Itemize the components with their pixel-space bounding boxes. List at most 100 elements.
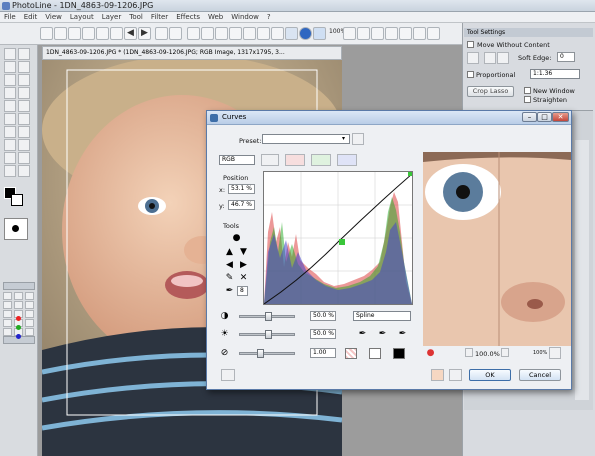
gray-point-dropper-icon[interactable]: ✒ bbox=[377, 329, 388, 340]
proportional-checkbox[interactable] bbox=[467, 71, 474, 78]
curve-graph[interactable] bbox=[263, 171, 413, 305]
midtone-color-swatch[interactable] bbox=[369, 348, 381, 359]
menu-filter[interactable]: Filter bbox=[147, 12, 172, 23]
new-window-checkbox[interactable] bbox=[524, 87, 531, 94]
guide-icon[interactable] bbox=[413, 27, 426, 40]
brightness-value[interactable]: 50.0 % bbox=[310, 329, 336, 339]
pen-tool-icon[interactable] bbox=[4, 100, 16, 112]
move-without-content-checkbox[interactable] bbox=[467, 41, 474, 48]
shape-tool-icon[interactable] bbox=[4, 165, 16, 177]
crop-lasso-button[interactable]: Crop Lasso bbox=[467, 86, 514, 97]
layer-option-icon[interactable] bbox=[14, 301, 23, 309]
gamma-slider-thumb[interactable] bbox=[257, 349, 264, 358]
black-point-dropper-icon[interactable]: ✒ bbox=[357, 329, 368, 340]
channel-select[interactable]: RGB bbox=[219, 155, 255, 165]
eyedropper-icon[interactable]: ✒ bbox=[224, 286, 235, 297]
y-position-input[interactable]: 46.7 % bbox=[228, 200, 255, 210]
zoom-in-icon[interactable] bbox=[343, 27, 356, 40]
curve-blue-icon[interactable] bbox=[337, 154, 357, 166]
eraser-tool-icon[interactable] bbox=[18, 113, 30, 125]
gamma-slider[interactable] bbox=[239, 352, 295, 355]
layer-option-icon[interactable] bbox=[25, 310, 34, 318]
crop-option-icon[interactable] bbox=[467, 52, 479, 64]
print-icon[interactable] bbox=[110, 27, 123, 40]
preset-select[interactable] bbox=[262, 134, 350, 144]
layer-option-icon[interactable] bbox=[3, 301, 12, 309]
preset-save-icon[interactable] bbox=[352, 133, 364, 145]
brush-tool-icon[interactable] bbox=[4, 113, 16, 125]
layers-icon[interactable] bbox=[257, 27, 270, 40]
lasso-tool-icon[interactable] bbox=[4, 61, 16, 73]
x-position-input[interactable]: 53.1 % bbox=[228, 184, 255, 194]
apply-icon[interactable] bbox=[431, 369, 444, 381]
select-icon[interactable] bbox=[187, 27, 200, 40]
layer-option-icon[interactable] bbox=[3, 292, 12, 300]
contrast-slider-thumb[interactable] bbox=[265, 312, 272, 321]
smudge-tool-icon[interactable] bbox=[4, 152, 16, 164]
pencil-icon[interactable]: ✎ bbox=[224, 273, 235, 284]
brush-icon[interactable] bbox=[313, 27, 326, 40]
menu-web[interactable]: Web bbox=[204, 12, 227, 23]
brightness-slider-thumb[interactable] bbox=[265, 330, 272, 339]
ok-button[interactable]: OK bbox=[469, 369, 511, 381]
menu-view[interactable]: View bbox=[41, 12, 66, 23]
white-point-dropper-icon[interactable]: ✒ bbox=[397, 329, 408, 340]
gamma-value[interactable]: 1.00 bbox=[310, 348, 336, 358]
info-icon[interactable] bbox=[299, 27, 312, 40]
wand-tool-icon[interactable] bbox=[18, 48, 30, 60]
shadow-color-swatch[interactable] bbox=[345, 348, 357, 359]
paste-icon[interactable] bbox=[96, 27, 109, 40]
preset-dropdown-icon[interactable]: ▾ bbox=[342, 135, 345, 142]
tool-size-input[interactable]: 8 bbox=[237, 286, 248, 296]
rotate-icon[interactable] bbox=[215, 27, 228, 40]
sponge-tool-icon[interactable] bbox=[18, 139, 30, 151]
menu-tool[interactable]: Tool bbox=[125, 12, 147, 23]
zoom-out-icon[interactable] bbox=[357, 27, 370, 40]
ruler-icon[interactable] bbox=[399, 27, 412, 40]
blur-tool-icon[interactable] bbox=[18, 152, 30, 164]
gradient-tool-icon[interactable] bbox=[4, 126, 16, 138]
hand-tool-icon[interactable] bbox=[18, 165, 30, 177]
arrow-down-icon[interactable]: ▼ bbox=[238, 247, 249, 258]
menu-file[interactable]: File bbox=[0, 12, 20, 23]
cancel-button[interactable]: Cancel bbox=[519, 369, 561, 381]
layer-option-icon[interactable] bbox=[25, 328, 34, 336]
arrow-right-icon[interactable]: ▶ bbox=[238, 260, 249, 271]
menu-help[interactable]: ? bbox=[263, 12, 275, 23]
interpolation-select[interactable]: Spline bbox=[353, 311, 411, 321]
layer-option-icon[interactable] bbox=[3, 310, 12, 318]
curves-titlebar[interactable]: Curves – □ ✕ bbox=[207, 111, 571, 125]
layer-option-icon[interactable] bbox=[25, 319, 34, 327]
curve-green-icon[interactable] bbox=[311, 154, 331, 166]
soft-edge-input[interactable]: 0 bbox=[557, 52, 575, 62]
layer-option-icon[interactable] bbox=[25, 292, 34, 300]
measure-icon[interactable] bbox=[427, 27, 440, 40]
preview-pane[interactable] bbox=[423, 152, 571, 346]
menu-layout[interactable]: Layout bbox=[66, 12, 98, 23]
move-tool-icon[interactable] bbox=[18, 87, 30, 99]
redo-icon[interactable] bbox=[243, 27, 256, 40]
grid-option-icon[interactable] bbox=[484, 52, 496, 64]
marquee-tool-icon[interactable] bbox=[18, 61, 30, 73]
color-channels-icon[interactable]: ● bbox=[425, 348, 436, 359]
highlight-color-swatch[interactable] bbox=[393, 348, 405, 359]
minimize-button[interactable]: – bbox=[522, 112, 537, 122]
curve-rgb-icon[interactable] bbox=[261, 154, 279, 166]
point-tool-icon[interactable]: ● bbox=[231, 233, 242, 244]
crop-tool-icon[interactable] bbox=[4, 87, 16, 99]
preview-zoom-up-button[interactable] bbox=[501, 348, 509, 357]
undo-icon[interactable] bbox=[229, 27, 242, 40]
fill-tool-icon[interactable] bbox=[18, 126, 30, 138]
crop-icon[interactable] bbox=[201, 27, 214, 40]
zoom-fit-icon[interactable] bbox=[371, 27, 384, 40]
zoom-tool-icon[interactable] bbox=[4, 48, 16, 60]
text-tool-icon[interactable] bbox=[4, 74, 16, 86]
save-icon[interactable] bbox=[68, 27, 81, 40]
layer-option-icon[interactable] bbox=[3, 319, 12, 327]
delete-point-icon[interactable]: ✕ bbox=[238, 273, 249, 284]
reset-icon[interactable] bbox=[449, 369, 462, 381]
menu-layer[interactable]: Layer bbox=[98, 12, 126, 23]
frame-option-icon[interactable] bbox=[497, 52, 509, 64]
menu-effects[interactable]: Effects bbox=[172, 12, 204, 23]
magic-icon[interactable] bbox=[285, 27, 298, 40]
